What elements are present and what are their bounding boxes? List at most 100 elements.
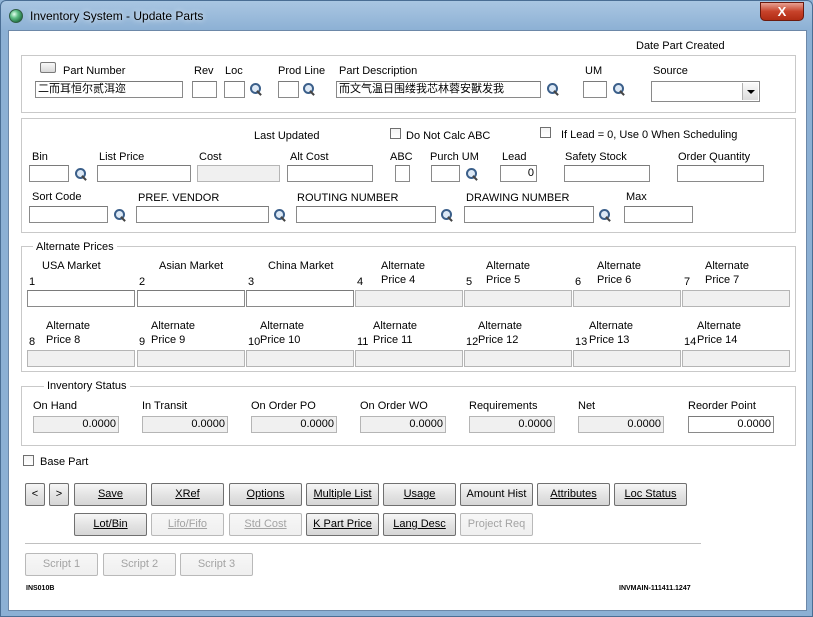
alt-price-input[interactable] — [246, 290, 354, 307]
next-button[interactable]: > — [49, 483, 69, 506]
alt-price-input[interactable] — [682, 350, 790, 367]
drawing-number-search-icon[interactable] — [598, 209, 612, 223]
lot-bin-button[interactable]: Lot/Bin — [74, 513, 147, 536]
alt-price-number: 14 — [684, 336, 697, 348]
part-description-input[interactable]: 而文气温日围缕我芯林蓉安獸发我 — [336, 81, 541, 98]
description-search-icon[interactable] — [546, 83, 560, 97]
alt-price-input[interactable] — [137, 350, 245, 367]
inventory-status-value: 0.0000 — [360, 416, 446, 433]
alt-price-input[interactable] — [355, 350, 463, 367]
multiple-list-button[interactable]: Multiple List — [306, 483, 379, 506]
safety-stock-input[interactable] — [564, 165, 650, 182]
sort-code-label: Sort Code — [32, 191, 82, 203]
alt-cost-input[interactable] — [287, 165, 373, 182]
previous-button[interactable]: < — [25, 483, 45, 506]
alt-price-number: 6 — [575, 276, 582, 288]
inventory-status-value: 0.0000 — [251, 416, 337, 433]
date-part-created-label: Date Part Created — [636, 40, 725, 52]
list-price-input[interactable] — [97, 165, 191, 182]
alt-price-input[interactable] — [246, 350, 354, 367]
purch-um-input[interactable] — [431, 165, 460, 182]
alt-price-number: 7 — [684, 276, 691, 288]
order-quantity-input[interactable] — [677, 165, 764, 182]
part-number-lookup-button[interactable] — [40, 62, 56, 73]
std-cost-button: Std Cost — [229, 513, 302, 536]
inventory-status-label: On Order WO — [360, 400, 428, 412]
abc-input[interactable] — [395, 165, 410, 182]
sort-code-input[interactable] — [29, 206, 108, 223]
source-dropdown[interactable] — [651, 81, 760, 102]
routing-number-search-icon[interactable] — [440, 209, 454, 223]
purch-um-search-icon[interactable] — [465, 168, 479, 182]
options-button[interactable]: Options — [229, 483, 302, 506]
um-search-icon[interactable] — [612, 83, 626, 97]
alt-price-number: 4 — [357, 276, 364, 288]
alt-price-number: 9 — [139, 336, 146, 348]
prod-line-search-icon[interactable] — [302, 83, 316, 97]
alt-price-input[interactable] — [137, 290, 245, 307]
alt-price-input[interactable] — [464, 350, 572, 367]
alt-price-input[interactable] — [464, 290, 572, 307]
do-not-calc-abc-label: Do Not Calc ABC — [406, 130, 491, 142]
routing-number-input[interactable] — [296, 206, 436, 223]
usage-button[interactable]: Usage — [383, 483, 456, 506]
alt-price-number: 3 — [248, 276, 255, 288]
prod-line-input[interactable] — [278, 81, 299, 98]
lead-input[interactable]: 0 — [500, 165, 537, 182]
inventory-status-value[interactable]: 0.0000 — [688, 416, 774, 433]
if-lead-zero-checkbox[interactable] — [540, 127, 551, 138]
alternate-prices-title: Alternate Prices — [33, 241, 117, 253]
rev-input[interactable] — [192, 81, 217, 98]
do-not-calc-abc-checkbox[interactable] — [390, 128, 401, 139]
script-1-button: Script 1 — [25, 553, 98, 576]
drawing-number-input[interactable] — [464, 206, 594, 223]
alt-price-input[interactable] — [573, 290, 681, 307]
alt-price-input[interactable] — [27, 350, 135, 367]
form-body: Date Part Created Part Number 二而耳恒尔贰洱迩 R… — [8, 30, 807, 611]
amount-hist-button[interactable]: Amount Hist — [460, 483, 533, 506]
lead-label: Lead — [502, 151, 527, 163]
cost-label: Cost — [199, 151, 222, 163]
loc-label: Loc — [225, 65, 243, 77]
alt-price-input[interactable] — [27, 290, 135, 307]
alt-price-number: 2 — [139, 276, 146, 288]
part-number-input[interactable]: 二而耳恒尔贰洱迩 — [35, 81, 183, 98]
k-part-price-button-label: K Part Price — [313, 518, 372, 530]
safety-stock-label: Safety Stock — [565, 151, 627, 163]
abc-label: ABC — [390, 151, 413, 163]
bin-input[interactable] — [29, 165, 69, 182]
pref-vendor-search-icon[interactable] — [273, 209, 287, 223]
xref-button[interactable]: XRef — [151, 483, 224, 506]
loc-status-button[interactable]: Loc Status — [614, 483, 687, 506]
close-button[interactable]: X — [760, 2, 804, 21]
app-logo-icon — [9, 9, 23, 23]
cost-field — [197, 165, 280, 182]
alt-price-label: Alternate — [478, 320, 523, 332]
save-button[interactable]: Save — [74, 483, 147, 506]
chevron-down-icon[interactable] — [742, 83, 758, 100]
lifo-fifo-button: Lifo/Fifo — [151, 513, 224, 536]
purch-um-label: Purch UM — [430, 151, 479, 163]
alt-price-input[interactable] — [355, 290, 463, 307]
alt-price-label: Alternate — [260, 320, 305, 332]
loc-input[interactable] — [224, 81, 245, 98]
source-label: Source — [653, 65, 688, 77]
attributes-button[interactable]: Attributes — [537, 483, 610, 506]
lang-desc-button[interactable]: Lang Desc — [383, 513, 456, 536]
part-description-label: Part Description — [339, 65, 418, 77]
script-3-button: Script 3 — [180, 553, 253, 576]
loc-search-icon[interactable] — [249, 83, 263, 97]
title-bar[interactable]: Inventory System - Update Parts X — [1, 1, 812, 31]
sort-code-search-icon[interactable] — [113, 209, 127, 223]
base-part-checkbox[interactable] — [23, 455, 34, 466]
alt-price-label: Alternate — [151, 320, 196, 332]
alt-price-input[interactable] — [682, 290, 790, 307]
alt-price-input[interactable] — [573, 350, 681, 367]
bin-search-icon[interactable] — [74, 168, 88, 182]
inventory-status-label: Requirements — [469, 400, 538, 412]
um-input[interactable] — [583, 81, 607, 98]
k-part-price-button[interactable]: K Part Price — [306, 513, 379, 536]
pref-vendor-input[interactable] — [136, 206, 269, 223]
alt-price-label: Asian Market — [159, 260, 224, 272]
max-input[interactable] — [624, 206, 693, 223]
